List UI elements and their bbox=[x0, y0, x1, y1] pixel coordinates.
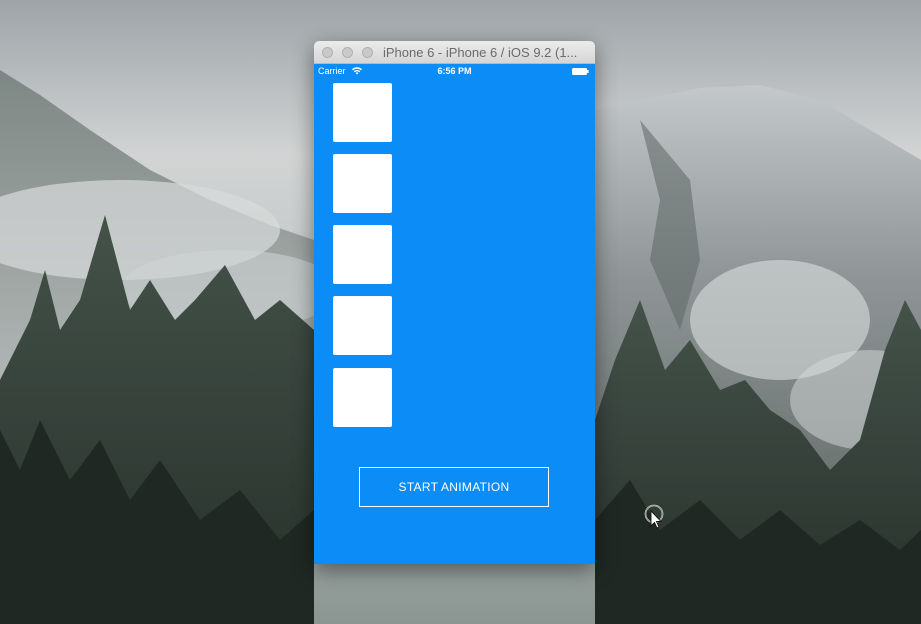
animated-square-1 bbox=[333, 83, 392, 142]
animated-square-2 bbox=[333, 154, 392, 213]
start-animation-label: START ANIMATION bbox=[398, 480, 510, 494]
window-title: iPhone 6 - iPhone 6 / iOS 9.2 (1... bbox=[383, 45, 578, 60]
animated-square-3 bbox=[333, 225, 392, 284]
zoom-window-button[interactable] bbox=[362, 47, 373, 58]
window-titlebar[interactable]: iPhone 6 - iPhone 6 / iOS 9.2 (1... bbox=[314, 41, 595, 64]
ios-status-bar: Carrier 6:56 PM bbox=[314, 64, 595, 78]
start-animation-button[interactable]: START ANIMATION bbox=[359, 467, 549, 507]
simulator-window: iPhone 6 - iPhone 6 / iOS 9.2 (1... Carr… bbox=[314, 41, 595, 564]
animated-square-5 bbox=[333, 368, 392, 427]
animated-square-4 bbox=[333, 296, 392, 355]
status-time: 6:56 PM bbox=[437, 66, 472, 76]
minimize-window-button[interactable] bbox=[342, 47, 353, 58]
pointer-cursor-icon bbox=[644, 504, 664, 529]
close-window-button[interactable] bbox=[322, 47, 333, 58]
app-screen: Carrier 6:56 PM START ANIMATION bbox=[314, 64, 595, 564]
battery-icon bbox=[572, 68, 589, 75]
